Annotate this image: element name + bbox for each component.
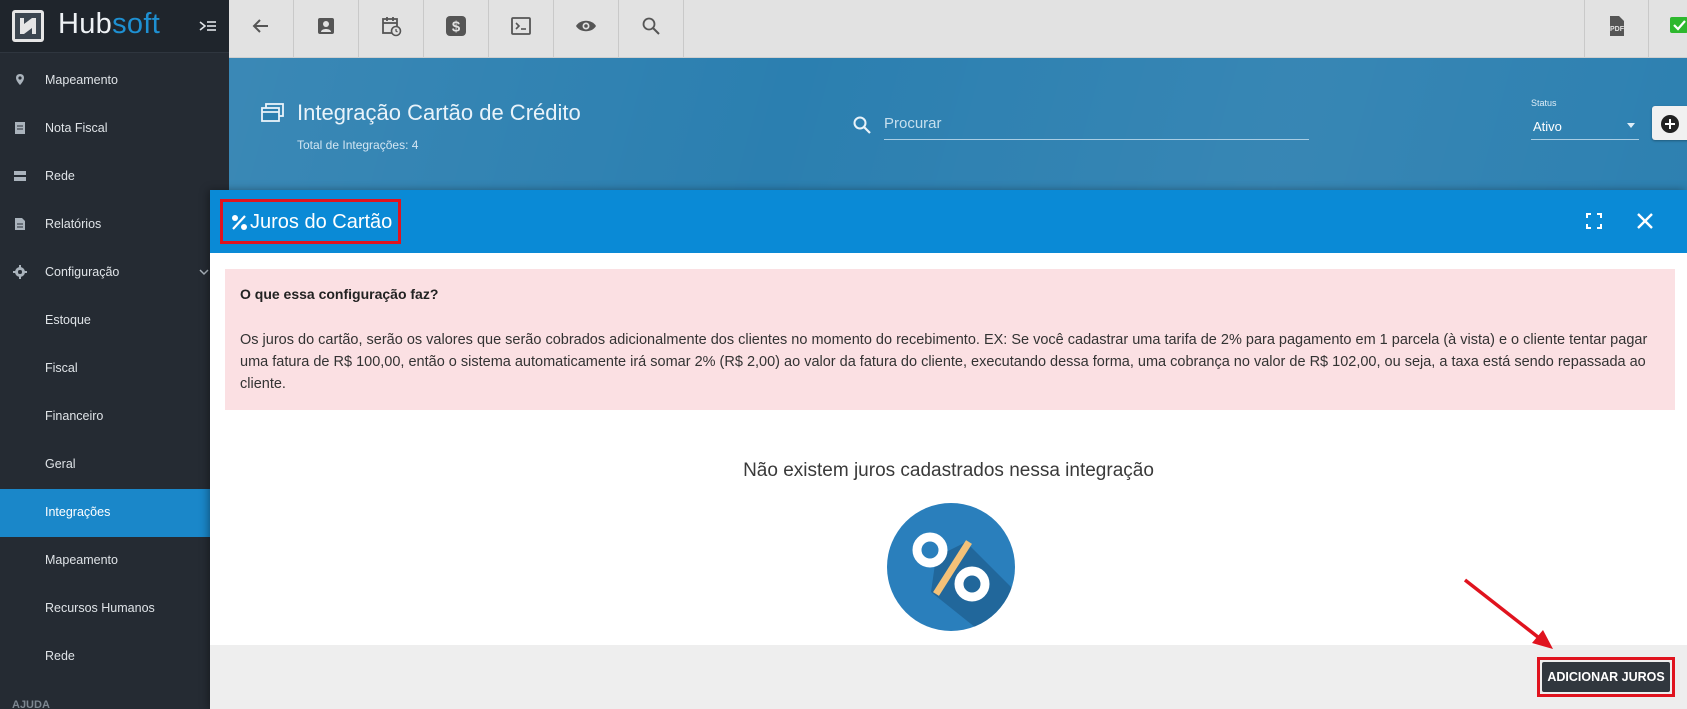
percent-icon bbox=[232, 215, 247, 230]
sidebar-item-label: Rede bbox=[45, 169, 75, 183]
sidebar-item-rede[interactable]: Rede bbox=[0, 153, 229, 201]
confirm-button[interactable] bbox=[1649, 0, 1687, 57]
view-button[interactable] bbox=[554, 0, 619, 57]
back-arrow-icon bbox=[252, 19, 268, 33]
add-juros-button[interactable]: ADICIONAR JUROS bbox=[1542, 662, 1670, 692]
sidebar-item-configuracao[interactable]: Configuração bbox=[0, 249, 229, 297]
eye-icon bbox=[576, 20, 596, 32]
svg-text:PDF: PDF bbox=[1610, 26, 1625, 33]
logo-bar: Hubsoft bbox=[0, 0, 229, 53]
terminal-icon bbox=[511, 17, 531, 35]
sidebar-subitem-recursos-humanos[interactable]: Recursos Humanos bbox=[0, 585, 229, 633]
sidebar-item-label: Relatórios bbox=[45, 217, 102, 231]
logo-icon bbox=[12, 10, 44, 42]
finance-button[interactable]: $ bbox=[424, 0, 489, 57]
report-icon bbox=[15, 218, 25, 230]
sidebar-subitem-rede[interactable]: Rede bbox=[0, 633, 229, 681]
chevron-down-icon bbox=[199, 269, 209, 276]
sidebar-subitem-label: Geral bbox=[45, 457, 76, 471]
sidebar-subitem-label: Mapeamento bbox=[45, 553, 118, 567]
sidebar-item-nota-fiscal[interactable]: Nota Fiscal bbox=[0, 105, 229, 153]
sidebar-item-relatorios[interactable]: Relatórios bbox=[0, 201, 229, 249]
sidebar-subitem-label: Financeiro bbox=[45, 409, 104, 423]
info-title: O que essa configuração faz? bbox=[240, 286, 439, 302]
dollar-icon: $ bbox=[446, 16, 466, 36]
map-pin-icon bbox=[16, 74, 24, 85]
status-value: Ativo bbox=[1533, 119, 1562, 134]
cards-icon bbox=[261, 103, 284, 122]
page-header: Integração Cartão de Crédito Total de In… bbox=[229, 58, 1687, 190]
modal-title-highlight: Juros do Cartão bbox=[220, 199, 401, 244]
percent-circle-icon bbox=[887, 503, 1015, 631]
search-input[interactable] bbox=[884, 108, 1309, 140]
sidebar-item-mapeamento[interactable]: Mapeamento bbox=[0, 57, 229, 105]
pdf-icon: PDF bbox=[1610, 16, 1625, 36]
page-title: Integração Cartão de Crédito bbox=[297, 100, 581, 125]
page-subtitle: Total de Integrações: 4 bbox=[297, 138, 419, 152]
annotation-arrow bbox=[1463, 578, 1553, 649]
sidebar-subitem-label: Rede bbox=[45, 649, 75, 663]
terminal-button[interactable] bbox=[489, 0, 554, 57]
info-text: Os juros do cartão, serão os valores que… bbox=[240, 332, 1648, 392]
pdf-button[interactable]: PDF bbox=[1584, 0, 1649, 57]
gear-icon bbox=[13, 265, 27, 279]
schedule-button[interactable] bbox=[359, 0, 424, 57]
close-icon[interactable] bbox=[1635, 211, 1655, 231]
sidebar-subitem-fiscal[interactable]: Fiscal bbox=[0, 345, 229, 393]
back-button[interactable] bbox=[229, 0, 294, 57]
status-label: Status bbox=[1531, 98, 1557, 108]
add-juros-highlight: ADICIONAR JUROS bbox=[1537, 657, 1675, 697]
sidebar: Hubsoft Mapeamento Nota Fiscal Rede Rela… bbox=[0, 0, 229, 709]
calendar-clock-icon bbox=[382, 17, 402, 37]
status-select[interactable]: Ativo bbox=[1531, 114, 1639, 140]
sidebar-item-label: Mapeamento bbox=[45, 73, 118, 87]
logo-text: Hubsoft bbox=[58, 8, 161, 40]
sidebar-subitem-label: Recursos Humanos bbox=[45, 601, 155, 615]
search-icon bbox=[853, 116, 871, 134]
top-toolbar: $ PDF bbox=[229, 0, 1687, 58]
modal-title: Juros do Cartão bbox=[250, 211, 393, 233]
sidebar-subitem-integracoes[interactable]: Integrações bbox=[0, 489, 229, 537]
sidebar-subitem-estoque[interactable]: Estoque bbox=[0, 297, 229, 345]
sidebar-item-label: Configuração bbox=[45, 265, 120, 279]
sidebar-subitem-label: Estoque bbox=[45, 313, 91, 327]
dropdown-arrow-icon bbox=[1627, 123, 1635, 128]
expand-icon[interactable] bbox=[1586, 213, 1602, 229]
sidebar-subitem-mapeamento[interactable]: Mapeamento bbox=[0, 537, 229, 585]
contact-button[interactable] bbox=[294, 0, 359, 57]
document-icon bbox=[15, 122, 25, 134]
add-integration-button[interactable] bbox=[1652, 106, 1687, 140]
info-alert: O que essa configuração faz? Os juros do… bbox=[225, 269, 1675, 410]
sidebar-subitem-label: Integrações bbox=[45, 505, 111, 519]
search-icon bbox=[642, 17, 660, 35]
empty-state-message: Não existem juros cadastrados nessa inte… bbox=[743, 460, 1154, 481]
sidebar-subitem-label: Fiscal bbox=[45, 361, 78, 375]
sidebar-item-label: Nota Fiscal bbox=[45, 121, 108, 135]
server-icon bbox=[14, 171, 26, 181]
search-button[interactable] bbox=[619, 0, 684, 57]
help-section-label: AJUDA bbox=[12, 699, 50, 709]
contact-card-icon bbox=[318, 18, 334, 34]
modal-header: Juros do Cartão bbox=[210, 190, 1687, 253]
collapse-menu-icon[interactable] bbox=[198, 16, 218, 36]
sidebar-subitem-geral[interactable]: Geral bbox=[0, 441, 229, 489]
svg-text:$: $ bbox=[452, 19, 461, 36]
sidebar-subitem-financeiro[interactable]: Financeiro bbox=[0, 393, 229, 441]
plus-circle-icon bbox=[1661, 115, 1679, 133]
check-icon bbox=[1670, 17, 1687, 33]
